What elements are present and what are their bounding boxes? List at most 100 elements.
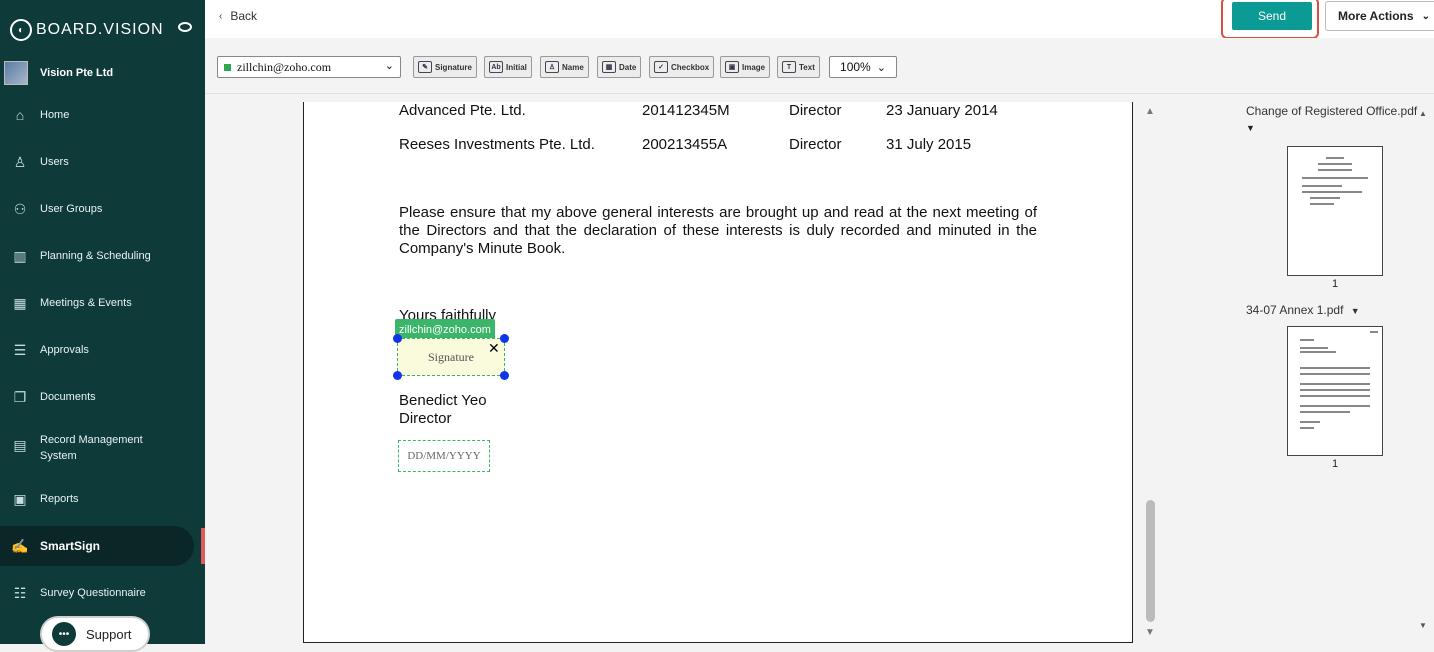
signature-owner-tag: zillchin@zoho.com <box>395 319 495 340</box>
signature-icon: ✍ <box>11 537 29 554</box>
tool-label: Text <box>799 62 815 72</box>
sidebar-item-home[interactable]: ⌂ Home <box>0 103 205 127</box>
resize-handle[interactable] <box>393 334 402 343</box>
thumb-line <box>1300 427 1314 429</box>
registration-number: 201412345M <box>642 102 730 119</box>
thumb-line <box>1300 339 1314 341</box>
users-icon: ⚇ <box>13 200 27 217</box>
thumb-line <box>1300 347 1328 349</box>
chevron-down-icon: ⌄ <box>1421 10 1430 22</box>
scroll-thumb[interactable] <box>1146 500 1155 622</box>
document-scrollbar[interactable]: ▲ ▼ <box>1141 102 1161 644</box>
zoom-value: 100% <box>840 60 871 74</box>
brand-logo[interactable]: ◐ BOARD.VISION <box>10 16 200 44</box>
tool-label: Signature <box>435 62 472 72</box>
sidebar-item-label: Record Management <box>40 434 143 446</box>
pen-icon: ✎ <box>418 61 432 73</box>
page-thumbnail[interactable] <box>1287 326 1383 456</box>
more-actions-button[interactable]: More Actions ⌄ <box>1325 1 1434 31</box>
sidebar-item-approvals[interactable]: ☰ Approvals <box>0 338 205 362</box>
sidebar-item-user-groups[interactable]: ⚇ User Groups <box>0 197 205 221</box>
sidebar-item-label: Users <box>40 156 69 168</box>
chat-icon: ••• <box>52 622 76 646</box>
scroll-down-icon[interactable]: ▼ <box>1419 621 1427 630</box>
tool-label: Date <box>619 62 637 72</box>
company-name: Reeses Investments Pte. Ltd. <box>399 136 595 153</box>
field-toolbar: zillchin@zoho.com ⌄ ✎ Signature Ab Initi… <box>205 38 1434 94</box>
record-icon: ▤ <box>13 436 27 453</box>
resize-handle[interactable] <box>393 371 402 380</box>
send-button[interactable]: Send <box>1232 2 1312 30</box>
sidebar-item-meetings[interactable]: ▦ Meetings & Events <box>0 291 205 315</box>
resize-handle[interactable] <box>500 334 509 343</box>
sidebar-item-planning[interactable]: ▥ Planning & Scheduling <box>0 244 205 268</box>
file-name-label: 34-07 Annex 1.pdf <box>1246 303 1344 317</box>
support-label: Support <box>86 626 132 642</box>
recipient-color-dot <box>224 63 231 71</box>
file-name[interactable]: 34-07 Annex 1.pdf ▼ <box>1246 303 1360 317</box>
thumb-line <box>1300 383 1370 385</box>
date-field[interactable]: DD/MM/YYYY <box>398 440 490 472</box>
brand-icon: ◐ <box>10 19 32 41</box>
sidebar-item-label-line2: System <box>40 450 77 462</box>
role: Director <box>789 102 842 119</box>
eye-icon[interactable] <box>178 22 192 32</box>
tool-label: Image <box>742 62 766 72</box>
recipient-select[interactable]: zillchin@zoho.com ⌄ <box>217 56 401 78</box>
thumb-line <box>1300 395 1370 397</box>
chevron-down-icon: ⌄ <box>876 61 886 74</box>
thumb-line <box>1310 203 1334 205</box>
sidebar-item-smartsign[interactable]: ✍ SmartSign <box>0 526 194 566</box>
resize-handle[interactable] <box>500 371 509 380</box>
thumb-line <box>1300 351 1336 353</box>
image-icon: ▣ <box>725 61 739 73</box>
scroll-down-icon[interactable]: ▼ <box>1145 627 1155 638</box>
sidebar-item-survey[interactable]: ☷ Survey Questionnaire <box>0 581 205 605</box>
thumb-line <box>1318 163 1352 165</box>
sidebar-item-users[interactable]: ♙ Users <box>0 150 205 174</box>
file-name[interactable]: Change of Registered Office.pdf <box>1246 104 1417 118</box>
thumb-line <box>1318 169 1352 171</box>
org-name: Vision Pte Ltd <box>40 67 114 79</box>
tool-initial[interactable]: Ab Initial <box>484 56 532 78</box>
survey-icon: ☷ <box>13 584 27 601</box>
tool-text[interactable]: T Text <box>777 56 820 78</box>
thumb-line <box>1370 331 1378 333</box>
thumb-line <box>1326 157 1344 159</box>
signer-block: Benedict Yeo Director <box>399 392 487 428</box>
org-switcher[interactable]: Vision Pte Ltd <box>0 56 205 90</box>
thumb-line <box>1302 185 1342 187</box>
registration-number: 200213455A <box>642 136 728 153</box>
tool-checkbox[interactable]: ✓ Checkbox <box>649 56 715 78</box>
sidebar-item-record-management[interactable]: ▤ Record Management System <box>0 430 205 464</box>
reports-icon: ▣ <box>13 490 27 507</box>
sidebar-item-reports[interactable]: ▣ Reports <box>0 487 205 511</box>
thumbnail-panel: ▲ Change of Registered Office.pdf ▼ 1 34… <box>1161 95 1434 644</box>
appointment-date: 31 July 2015 <box>886 136 972 153</box>
thumb-line <box>1310 197 1340 199</box>
sidebar-item-label: Reports <box>40 493 79 505</box>
zoom-select[interactable]: 100% ⌄ <box>829 56 897 78</box>
thumb-line <box>1302 191 1362 193</box>
thumb-line <box>1300 389 1370 391</box>
sidebar-item-label: Documents <box>40 391 96 403</box>
back-button[interactable]: ‹ Back <box>219 9 257 23</box>
sidebar-item-documents[interactable]: ❐ Documents <box>0 385 205 409</box>
support-button[interactable]: ••• Support <box>40 616 150 652</box>
sidebar-item-label: SmartSign <box>40 539 101 553</box>
checkbox-icon: ✓ <box>654 61 668 73</box>
thumb-line <box>1300 411 1350 413</box>
scroll-up-icon[interactable]: ▲ <box>1145 106 1155 117</box>
tool-date[interactable]: ▦ Date <box>597 56 642 78</box>
caret-down-icon[interactable]: ▼ <box>1351 306 1360 316</box>
document-viewer: Advanced Pte. Ltd. 201412345M Director 2… <box>205 95 1141 644</box>
tool-image[interactable]: ▣ Image <box>720 56 771 78</box>
scroll-up-icon[interactable]: ▲ <box>1419 109 1427 118</box>
tool-signature[interactable]: ✎ Signature <box>413 56 477 78</box>
close-icon[interactable]: ✕ <box>488 340 500 357</box>
page-thumbnail[interactable] <box>1287 146 1383 276</box>
company-name: Advanced Pte. Ltd. <box>399 102 526 119</box>
tool-name[interactable]: ♙ Name <box>540 56 589 78</box>
text-icon: T <box>782 61 796 73</box>
caret-down-icon[interactable]: ▼ <box>1246 123 1255 133</box>
